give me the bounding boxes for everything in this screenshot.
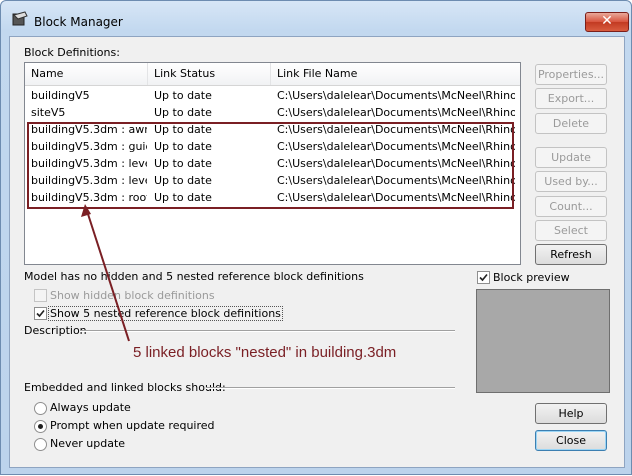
- annotation-text: 5 linked blocks "nested" in building.3dm: [133, 344, 397, 361]
- annotation-arrow: [81, 204, 130, 342]
- block-manager-window: Block Manager ✕ Block Definitions: Name …: [0, 0, 632, 475]
